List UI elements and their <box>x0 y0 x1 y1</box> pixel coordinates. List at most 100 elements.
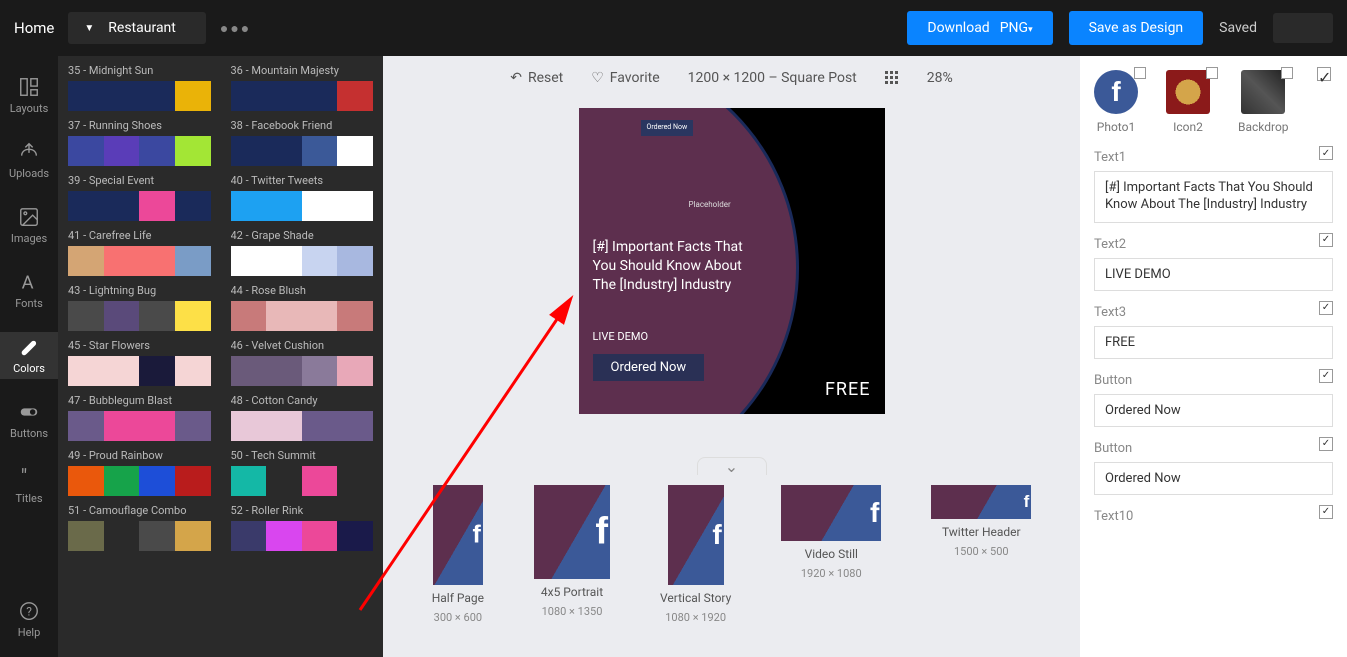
color-swatch[interactable] <box>302 246 338 276</box>
rail-help[interactable]: ? Help <box>0 596 58 643</box>
format-vertical-story[interactable]: fVertical Story1080 × 1920 <box>660 485 731 624</box>
color-swatch[interactable] <box>302 81 338 111</box>
field-checkbox[interactable]: ✓ <box>1319 505 1333 519</box>
color-swatch[interactable] <box>266 521 302 551</box>
checkbox[interactable] <box>1206 67 1218 79</box>
color-swatch[interactable] <box>266 356 302 386</box>
field-input[interactable]: [#] Important Facts That You Should Know… <box>1094 171 1333 223</box>
field-input[interactable] <box>1094 258 1333 291</box>
grid-toggle-icon[interactable] <box>885 71 899 85</box>
color-swatch[interactable] <box>231 136 267 166</box>
checkbox[interactable] <box>1134 67 1146 79</box>
color-swatch[interactable] <box>302 356 338 386</box>
checkbox[interactable] <box>1281 67 1293 79</box>
media-photo1[interactable]: f Photo1 <box>1094 70 1138 134</box>
rail-colors[interactable]: Colors <box>0 332 58 379</box>
field-input[interactable] <box>1094 326 1333 359</box>
color-swatch[interactable] <box>337 466 373 496</box>
palette-48[interactable]: 48 - Cotton Candy <box>231 394 374 441</box>
color-swatch[interactable] <box>68 136 104 166</box>
color-swatch[interactable] <box>231 246 267 276</box>
color-swatch[interactable] <box>68 81 104 111</box>
rail-fonts[interactable]: A Fonts <box>0 267 58 314</box>
palette-42[interactable]: 42 - Grape Shade <box>231 229 374 276</box>
palette-51[interactable]: 51 - Camouflage Combo <box>68 504 211 551</box>
color-swatch[interactable] <box>104 521 140 551</box>
color-swatch[interactable] <box>337 301 373 331</box>
collapse-handle[interactable]: ⌄ <box>697 457 767 475</box>
palette-36[interactable]: 36 - Mountain Majesty <box>231 64 374 111</box>
palette-39[interactable]: 39 - Special Event <box>68 174 211 221</box>
palette-45[interactable]: 45 - Star Flowers <box>68 339 211 386</box>
color-swatch[interactable] <box>175 521 211 551</box>
palette-38[interactable]: 38 - Facebook Friend <box>231 119 374 166</box>
color-swatch[interactable] <box>337 356 373 386</box>
rail-uploads[interactable]: Uploads <box>0 137 58 184</box>
color-swatch[interactable] <box>139 301 175 331</box>
media-icon2[interactable]: Icon2 <box>1166 70 1210 134</box>
palette-52[interactable]: 52 - Roller Rink <box>231 504 374 551</box>
palette-41[interactable]: 41 - Carefree Life <box>68 229 211 276</box>
field-checkbox[interactable]: ✓ <box>1319 301 1333 315</box>
color-swatch[interactable] <box>139 521 175 551</box>
color-swatch[interactable] <box>139 466 175 496</box>
color-swatch[interactable] <box>139 136 175 166</box>
color-swatch[interactable] <box>175 356 211 386</box>
color-swatch[interactable] <box>266 246 302 276</box>
palette-37[interactable]: 37 - Running Shoes <box>68 119 211 166</box>
color-swatch[interactable] <box>266 466 302 496</box>
color-swatch[interactable] <box>337 246 373 276</box>
palette-44[interactable]: 44 - Rose Blush <box>231 284 374 331</box>
color-swatch[interactable] <box>139 246 175 276</box>
field-checkbox[interactable]: ✓ <box>1319 233 1333 247</box>
format-video-still[interactable]: fVideo Still1920 × 1080 <box>781 485 881 580</box>
color-swatch[interactable] <box>302 191 338 221</box>
color-swatch[interactable] <box>139 81 175 111</box>
color-swatch[interactable] <box>302 136 338 166</box>
palette-46[interactable]: 46 - Velvet Cushion <box>231 339 374 386</box>
field-checkbox[interactable]: ✓ <box>1319 146 1333 160</box>
color-swatch[interactable] <box>175 191 211 221</box>
color-swatch[interactable] <box>337 81 373 111</box>
color-swatch[interactable] <box>68 246 104 276</box>
color-swatch[interactable] <box>139 191 175 221</box>
palette-43[interactable]: 43 - Lightning Bug <box>68 284 211 331</box>
color-swatch[interactable] <box>139 356 175 386</box>
color-swatch[interactable] <box>175 466 211 496</box>
color-swatch[interactable] <box>266 136 302 166</box>
color-swatch[interactable] <box>302 466 338 496</box>
rail-titles[interactable]: " Titles <box>0 462 58 509</box>
user-avatar[interactable] <box>1273 13 1333 43</box>
color-swatch[interactable] <box>231 466 267 496</box>
color-swatch[interactable] <box>231 191 267 221</box>
color-swatch[interactable] <box>68 301 104 331</box>
rail-layouts[interactable]: Layouts <box>0 72 58 119</box>
color-swatch[interactable] <box>104 301 140 331</box>
color-swatch[interactable] <box>302 411 338 441</box>
color-swatch[interactable] <box>175 411 211 441</box>
color-swatch[interactable] <box>266 81 302 111</box>
more-menu-icon[interactable]: ●●● <box>220 20 251 37</box>
color-swatch[interactable] <box>68 411 104 441</box>
color-swatch[interactable] <box>266 301 302 331</box>
field-input[interactable] <box>1094 462 1333 495</box>
color-swatch[interactable] <box>104 411 140 441</box>
color-swatch[interactable] <box>104 81 140 111</box>
rail-buttons[interactable]: Buttons <box>0 397 58 444</box>
color-swatch[interactable] <box>104 246 140 276</box>
color-swatch[interactable] <box>68 191 104 221</box>
color-swatch[interactable] <box>231 356 267 386</box>
field-checkbox[interactable]: ✓ <box>1319 437 1333 451</box>
color-swatch[interactable] <box>231 411 267 441</box>
color-swatch[interactable] <box>104 466 140 496</box>
palette-47[interactable]: 47 - Bubblegum Blast <box>68 394 211 441</box>
color-swatch[interactable] <box>302 521 338 551</box>
color-swatch[interactable] <box>104 356 140 386</box>
format-half-page[interactable]: fHalf Page300 × 600 <box>432 485 484 624</box>
color-swatch[interactable] <box>175 246 211 276</box>
color-swatch[interactable] <box>231 301 267 331</box>
field-checkbox[interactable]: ✓ <box>1319 369 1333 383</box>
color-swatch[interactable] <box>231 81 267 111</box>
download-button[interactable]: Download PNG▾ <box>907 11 1052 45</box>
color-swatch[interactable] <box>175 81 211 111</box>
